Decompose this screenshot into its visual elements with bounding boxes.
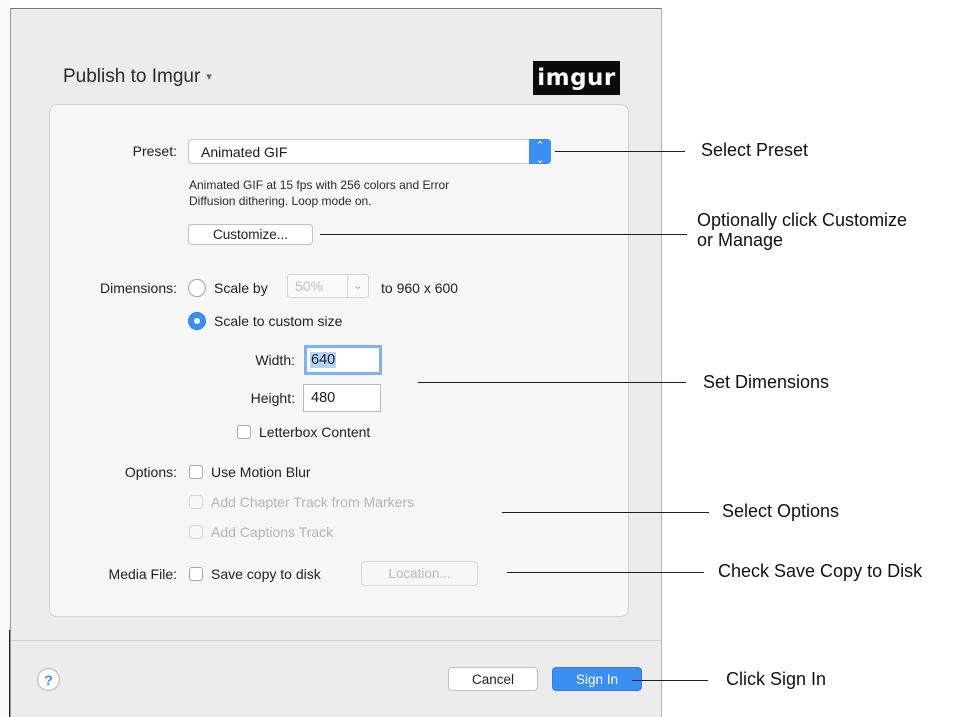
callout-line-options [502,512,709,513]
callout-select-preset: Select Preset [701,140,809,160]
imgur-logo: imgur [533,61,620,95]
save-copy-label: Save copy to disk [211,566,321,582]
preset-description-line1: Animated GIF at 15 fps with 256 colors a… [189,178,450,192]
chevron-down-icon: ▾ [206,71,212,83]
callout-customize: Optionally click Customize or Manage [697,210,907,250]
media-file-label: Media File: [108,566,177,582]
callout-line-save-copy [507,572,704,573]
callout-save-copy: Check Save Copy to Disk [718,561,923,581]
height-label: Height: [250,390,295,406]
preset-description: Animated GIF at 15 fps with 256 colors a… [189,177,549,209]
height-field[interactable]: 480 [303,384,381,412]
preset-description-line2: Diffusion dithering. Loop mode on. [189,194,372,208]
chapter-track-checkbox[interactable] [189,495,203,509]
preset-value: Animated GIF [201,144,288,160]
background-edge [0,0,10,717]
location-button[interactable]: Location... [361,561,478,586]
select-stepper-icon: ⌃ ⌃ [529,139,551,164]
callout-select-options: Select Options [722,501,840,521]
dialog-title-text: Publish to Imgur [63,66,201,87]
scale-custom-radio[interactable] [188,312,206,330]
preset-label: Preset: [132,143,177,159]
help-button[interactable]: ? [37,668,60,691]
width-field[interactable]: 640 [304,345,382,375]
save-copy-checkbox[interactable] [189,567,203,581]
callout-customize-line1: Optionally click Customize [697,210,908,230]
scale-custom-label: Scale to custom size [214,313,343,329]
captions-track-label: Add Captions Track [211,524,334,540]
callout-line-sign-in [632,680,708,681]
motion-blur-label: Use Motion Blur [211,464,311,480]
scale-by-result: to 960 x 600 [381,280,459,296]
callout-line-preset [555,151,685,152]
scale-by-radio[interactable] [188,279,206,297]
letterbox-checkbox[interactable] [237,425,251,439]
callout-sign-in: Click Sign In [726,669,827,689]
height-value: 480 [311,390,336,406]
captions-track-checkbox[interactable] [189,525,203,539]
preset-select[interactable]: Animated GIF ⌃ ⌃ [188,139,551,164]
letterbox-label: Letterbox Content [259,424,371,440]
width-value: 640 [310,352,337,368]
callout-set-dimensions: Set Dimensions [703,372,830,392]
motion-blur-checkbox[interactable] [189,465,203,479]
sign-in-button[interactable]: Sign In [552,667,642,691]
chevron-down-icon: ⌄ [347,275,368,297]
dimensions-label: Dimensions: [99,280,177,296]
width-label: Width: [255,352,295,368]
footer-divider [11,640,661,641]
options-label: Options: [124,464,177,480]
dialog-title[interactable]: Publish to Imgur ▾ [63,66,212,88]
callout-line-customize [320,234,687,235]
scale-by-combo[interactable]: 50% ⌄ [287,274,369,298]
callout-customize-line2: or Manage [697,230,784,250]
scale-by-label: Scale by [214,280,268,296]
customize-button[interactable]: Customize... [188,224,313,245]
scale-by-value: 50% [295,278,324,294]
chapter-track-label: Add Chapter Track from Markers [211,494,415,510]
callout-line-dimensions [418,382,686,383]
cancel-button[interactable]: Cancel [448,667,538,691]
